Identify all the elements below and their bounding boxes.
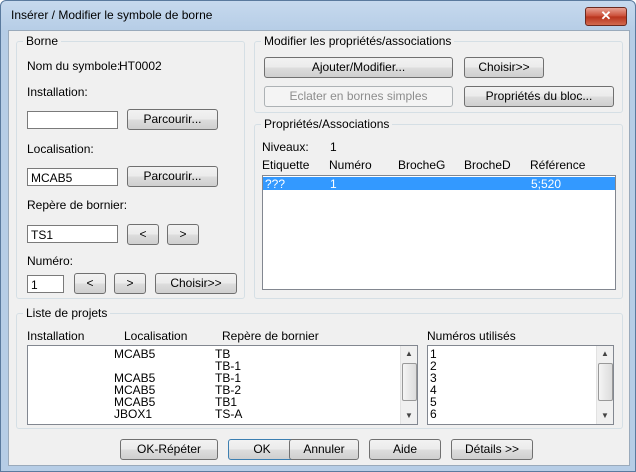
projects-list[interactable]: MCAB5 TB TB-1 MCAB5 TB-1 MCAB5 TB-2 MCAB… [27, 345, 418, 425]
cell-localisation: JBOX1 [114, 407, 153, 421]
cell-reference: 5;520 [531, 177, 562, 191]
installation-field[interactable] [27, 111, 118, 129]
scroll-down-icon[interactable]: ▼ [401, 408, 417, 424]
list-item[interactable]: JBOX1 TS-A [28, 407, 417, 421]
projects-group-label: Liste de projets [23, 306, 111, 320]
scroll-down-icon[interactable]: ▼ [597, 408, 613, 424]
dialog-window: Insérer / Modifier le symbole de borne ✕… [0, 0, 636, 472]
ok-button[interactable]: OK [228, 439, 296, 460]
levels-label: Niveaux: [262, 140, 309, 154]
explode-button[interactable]: Eclater en bornes simples [264, 86, 453, 107]
scroll-up-icon[interactable]: ▲ [401, 346, 417, 362]
numero-prev-button[interactable]: < [74, 273, 106, 294]
cancel-button[interactable]: Annuler [289, 439, 359, 460]
col-header-etiquette: Etiquette [262, 158, 310, 172]
table-row[interactable]: ??? 1 5;520 [263, 177, 615, 191]
projects-scrollbar[interactable]: ▲ ▼ [400, 346, 417, 424]
col-header-installation: Installation [27, 329, 85, 343]
scroll-thumb[interactable] [598, 363, 613, 401]
col-header-reference: Référence [530, 158, 586, 172]
used-numbers-scrollbar[interactable]: ▲ ▼ [596, 346, 613, 424]
properties-group-label: Propriétés/Associations [261, 117, 393, 131]
borne-group: Borne Nom du symbole: HT0002 Installatio… [16, 34, 245, 299]
ok-repeat-button[interactable]: OK-Répéter [120, 439, 218, 460]
help-button[interactable]: Aide [369, 439, 441, 460]
col-header-localisation: Localisation [124, 329, 188, 343]
block-properties-button[interactable]: Propriétés du bloc... [464, 86, 614, 107]
localisation-browse-button[interactable]: Parcourir... [127, 166, 218, 187]
cell-repere: TS-A [215, 407, 243, 421]
close-button[interactable]: ✕ [585, 7, 627, 26]
properties-group: Propriétés/Associations Niveaux: 1 Etiqu… [254, 117, 623, 299]
col-header-broched: BrocheD [464, 158, 511, 172]
numero-field[interactable]: 1 [27, 275, 64, 293]
localisation-label: Localisation: [27, 142, 94, 156]
cell-etiquette: ??? [265, 177, 286, 191]
numero-label: Numéro: [27, 254, 74, 268]
projects-group: Liste de projets Installation Localisati… [16, 306, 623, 429]
window-title: Insérer / Modifier le symbole de borne [11, 8, 213, 22]
scroll-thumb[interactable] [402, 363, 417, 401]
installation-label: Installation: [27, 85, 88, 99]
dialog-client: Borne Nom du symbole: HT0002 Installatio… [8, 30, 630, 466]
repere-label: Repère de bornier: [27, 198, 128, 212]
used-number: 6 [430, 407, 437, 421]
numero-next-button[interactable]: > [114, 273, 146, 294]
installation-browse-button[interactable]: Parcourir... [127, 109, 218, 130]
list-item[interactable]: 6 [428, 407, 613, 421]
used-numbers-label: Numéros utilisés [427, 329, 516, 343]
localisation-field[interactable]: MCAB5 [27, 168, 118, 186]
title-bar[interactable]: Insérer / Modifier le symbole de borne ✕ [1, 1, 635, 29]
modify-group-label: Modifier les propriétés/associations [261, 34, 455, 48]
cell-numero: 1 [330, 177, 337, 191]
modify-group: Modifier les propriétés/associations Ajo… [254, 34, 623, 113]
used-numbers-list[interactable]: 1 2 3 4 5 6 ▲ ▼ [427, 345, 614, 425]
levels-value: 1 [330, 140, 337, 154]
add-modify-button[interactable]: Ajouter/Modifier... [264, 57, 453, 78]
properties-list[interactable]: ??? 1 5;520 [262, 175, 616, 290]
modify-choose-button[interactable]: Choisir>> [464, 57, 544, 78]
col-header-brocheg: BrocheG [398, 158, 446, 172]
borne-group-label: Borne [23, 34, 62, 48]
numero-choose-button[interactable]: Choisir>> [155, 273, 237, 294]
repere-field[interactable]: TS1 [27, 225, 118, 243]
repere-prev-button[interactable]: < [127, 224, 159, 245]
col-header-repere: Repère de bornier [222, 329, 319, 343]
col-header-numero: Numéro [329, 158, 372, 172]
details-button[interactable]: Détails >> [451, 439, 533, 460]
symbol-name-label: Nom du symbole: [27, 59, 121, 73]
repere-next-button[interactable]: > [167, 224, 199, 245]
symbol-name-value: HT0002 [119, 59, 162, 73]
scroll-up-icon[interactable]: ▲ [597, 346, 613, 362]
